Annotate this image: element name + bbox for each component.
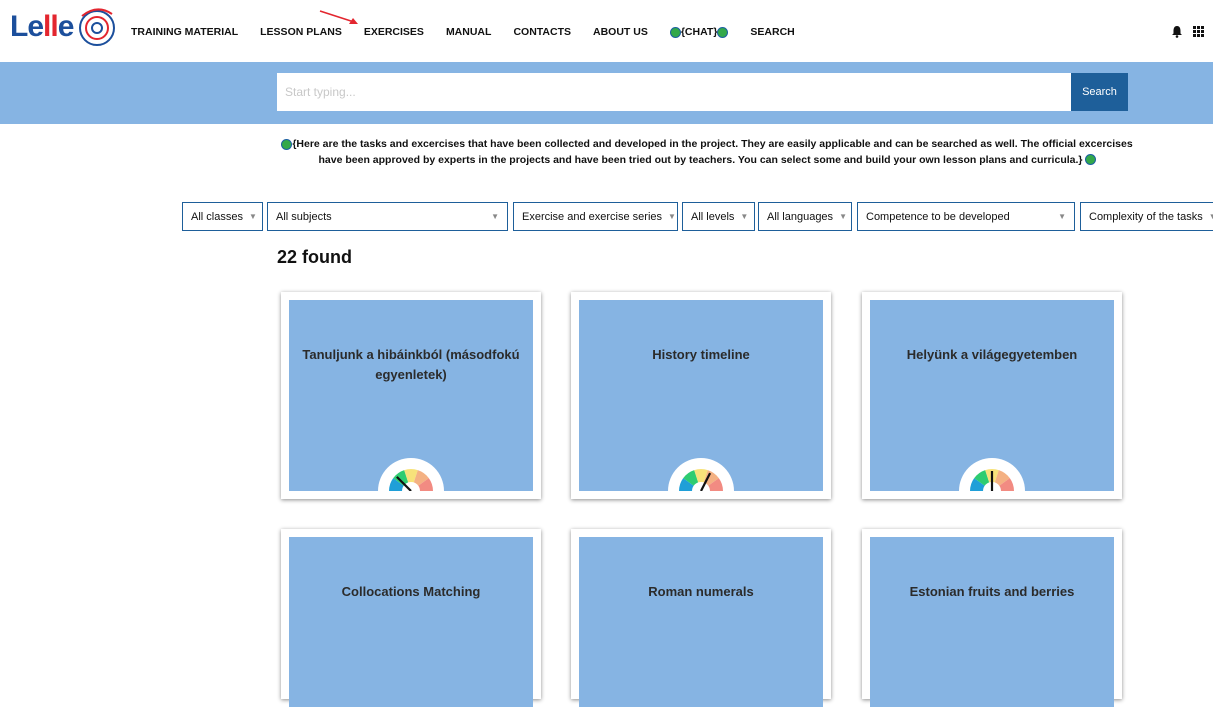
intro-text-content: {Here are the tasks and excercises that … xyxy=(292,138,1133,166)
nav-exercises[interactable]: EXERCISES xyxy=(364,26,424,38)
chevron-down-icon: ▼ xyxy=(668,212,676,221)
card-thumbnail: Collocations Matching xyxy=(289,537,533,707)
filter-subjects-label: All subjects xyxy=(276,210,332,223)
green-dot-icon xyxy=(1084,154,1096,166)
search-input[interactable] xyxy=(277,73,1071,111)
card-thumbnail: Tanuljunk a hibáinkból (másodfokú egyenl… xyxy=(289,300,533,491)
filter-exercise-type-label: Exercise and exercise series xyxy=(522,210,663,223)
card-thumbnail: Estonian fruits and berries xyxy=(870,537,1114,707)
filter-levels-label: All levels xyxy=(691,210,735,223)
filter-languages-label: All languages xyxy=(767,210,834,223)
nav-training-material[interactable]: TRAINING MATERIAL xyxy=(131,26,238,38)
card-title: Roman numerals xyxy=(648,584,754,599)
card-thumbnail: Roman numerals xyxy=(579,537,823,707)
filter-levels[interactable]: All levels ▼ xyxy=(682,202,755,231)
chevron-down-icon: ▼ xyxy=(1058,212,1066,221)
chevron-down-icon: ▼ xyxy=(1209,212,1213,221)
logo-wordmark: Lelle xyxy=(10,10,74,43)
card-thumbnail: Helyünk a világegyetemben xyxy=(870,300,1114,491)
red-arrow-annotation xyxy=(319,10,358,24)
intro-text: {Here are the tasks and excercises that … xyxy=(272,137,1142,168)
filter-classes-label: All classes xyxy=(191,210,243,223)
chevron-down-icon: ▼ xyxy=(491,212,499,221)
exercise-card[interactable]: History timeline xyxy=(571,292,831,499)
nav-chat[interactable]: {CHAT} xyxy=(669,26,729,38)
exercise-card[interactable]: Helyünk a világegyetemben xyxy=(862,292,1122,499)
exercise-card[interactable]: Roman numerals xyxy=(571,529,831,707)
filter-complexity-label: Complexity of the tasks xyxy=(1089,210,1203,223)
nav-chat-label: {CHAT} xyxy=(680,26,718,38)
filter-complexity[interactable]: Complexity of the tasks ▼ xyxy=(1080,202,1213,231)
filter-competence-label: Competence to be developed xyxy=(866,210,1010,223)
green-dot-icon xyxy=(669,26,681,38)
chevron-down-icon: ▼ xyxy=(248,212,257,221)
nav-contacts[interactable]: CONTACTS xyxy=(513,26,571,38)
card-title: Helyünk a világegyetemben xyxy=(906,347,1078,362)
search-button[interactable]: Search xyxy=(1071,73,1128,111)
site-logo[interactable]: Lelle xyxy=(10,6,120,54)
filter-subjects[interactable]: All subjects ▼ xyxy=(267,202,508,231)
chevron-down-icon: ▼ xyxy=(839,212,847,221)
difficulty-gauge-icon xyxy=(668,458,734,491)
green-dot-icon xyxy=(717,26,729,38)
nav-search[interactable]: SEARCH xyxy=(750,26,794,38)
filter-exercise-type[interactable]: Exercise and exercise series ▼ xyxy=(513,202,678,231)
logo-spiral-icon xyxy=(79,8,115,46)
chevron-down-icon: ▼ xyxy=(740,212,749,221)
apps-grid-icon[interactable] xyxy=(1193,26,1204,37)
filter-languages[interactable]: All languages ▼ xyxy=(758,202,852,231)
nav-about-us[interactable]: ABOUT US xyxy=(593,26,648,38)
exercise-card[interactable]: Collocations Matching xyxy=(281,529,541,707)
filter-classes[interactable]: All classes ▼ xyxy=(182,202,263,231)
card-thumbnail: History timeline xyxy=(579,300,823,491)
difficulty-gauge-icon xyxy=(959,458,1025,491)
exercise-card[interactable]: Tanuljunk a hibáinkból (másodfokú egyenl… xyxy=(281,292,541,499)
bell-icon[interactable] xyxy=(1171,25,1183,38)
nav-manual[interactable]: MANUAL xyxy=(446,26,492,38)
exercise-card[interactable]: Estonian fruits and berries xyxy=(862,529,1122,707)
card-title: Tanuljunk a hibáinkból (másodfokú egyenl… xyxy=(302,347,520,382)
card-title: Collocations Matching xyxy=(341,584,481,599)
card-title: History timeline xyxy=(652,347,750,362)
results-count: 22 found xyxy=(277,247,352,267)
top-navigation: Lelle TRAINING MATERIAL LESSON PLANS EXE… xyxy=(0,0,1213,62)
green-dot-icon xyxy=(281,138,293,150)
card-title: Estonian fruits and berries xyxy=(909,584,1075,599)
difficulty-gauge-icon xyxy=(378,458,444,491)
main-nav: TRAINING MATERIAL LESSON PLANS EXERCISES… xyxy=(131,26,817,38)
filter-competence[interactable]: Competence to be developed ▼ xyxy=(857,202,1075,231)
